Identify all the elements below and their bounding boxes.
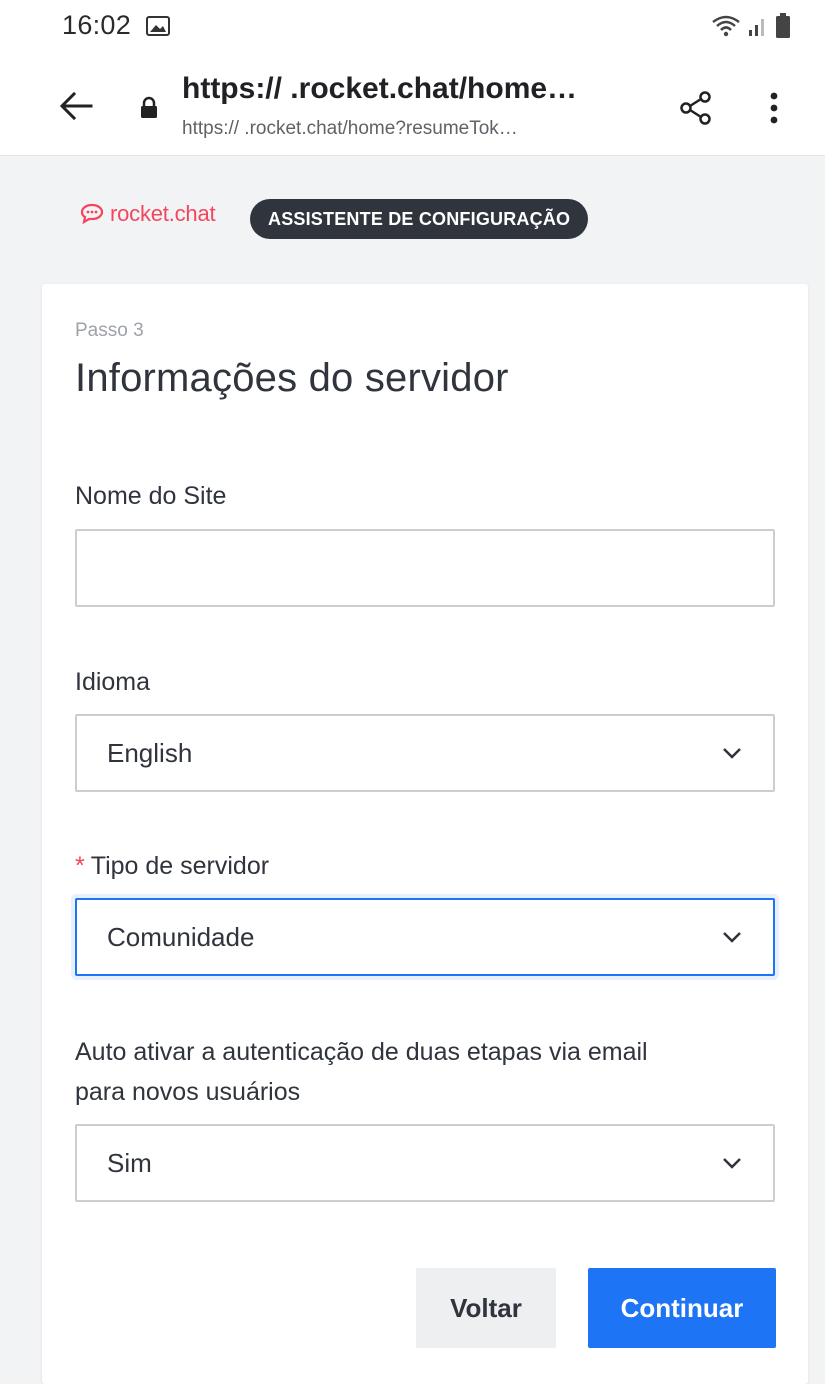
share-button[interactable] [674, 86, 718, 130]
required-indicator: * [75, 852, 85, 880]
battery-icon [776, 13, 790, 38]
site-name-label: Nome do Site [75, 482, 227, 510]
back-button-form[interactable]: Voltar [416, 1268, 556, 1348]
server-info-card: Passo 3 Informações do servidor Nome do … [42, 284, 808, 1384]
chevron-down-icon [723, 932, 741, 943]
server-type-select[interactable]: Comunidade [75, 898, 775, 976]
share-icon [680, 91, 711, 125]
more-options-button[interactable] [752, 86, 796, 130]
setup-wizard-badge: ASSISTENTE DE CONFIGURAÇÃO [250, 199, 589, 239]
url-title[interactable]: https:// .rocket.chat/home… [182, 72, 577, 106]
step-label: Passo 3 [75, 320, 144, 341]
server-type-label-text: Tipo de servidor [90, 852, 270, 880]
server-type-label: * Tipo de servidor [75, 844, 269, 888]
language-select[interactable]: English [75, 714, 775, 792]
back-arrow-icon [59, 91, 93, 121]
two-factor-select[interactable]: Sim [75, 1124, 775, 1202]
url-full[interactable]: https:// .rocket.chat/home?resumeTok… [182, 118, 518, 140]
page-title: Informações do servidor [75, 356, 509, 400]
two-factor-value: Sim [107, 1147, 152, 1178]
back-button[interactable] [54, 84, 98, 128]
status-time: 16:02 [62, 10, 132, 40]
site-name-input[interactable] [75, 529, 775, 607]
gallery-icon [146, 16, 170, 36]
wifi-icon [712, 15, 740, 37]
brand-name: rocket.chat [110, 201, 216, 226]
rocketchat-logo: rocket.chat [80, 201, 216, 227]
chevron-down-icon [723, 1158, 741, 1169]
two-factor-label-line2: para novos usuários [75, 1078, 301, 1106]
status-icons [711, 12, 791, 40]
rocketchat-logo-icon [80, 203, 104, 225]
signal-icon [749, 19, 764, 36]
more-vert-icon [770, 92, 778, 124]
lock-icon [141, 96, 157, 118]
continue-button[interactable]: Continuar [588, 1268, 776, 1348]
status-bar: 16:02 [0, 0, 825, 56]
browser-toolbar: https:// .rocket.chat/home… https:// .ro… [0, 56, 825, 156]
language-value: English [107, 737, 193, 768]
chevron-down-icon [723, 748, 741, 759]
server-type-value: Comunidade [107, 921, 255, 952]
language-label: Idioma [75, 668, 151, 696]
two-factor-label-line1: Auto ativar a autenticação de duas etapa… [75, 1038, 648, 1066]
